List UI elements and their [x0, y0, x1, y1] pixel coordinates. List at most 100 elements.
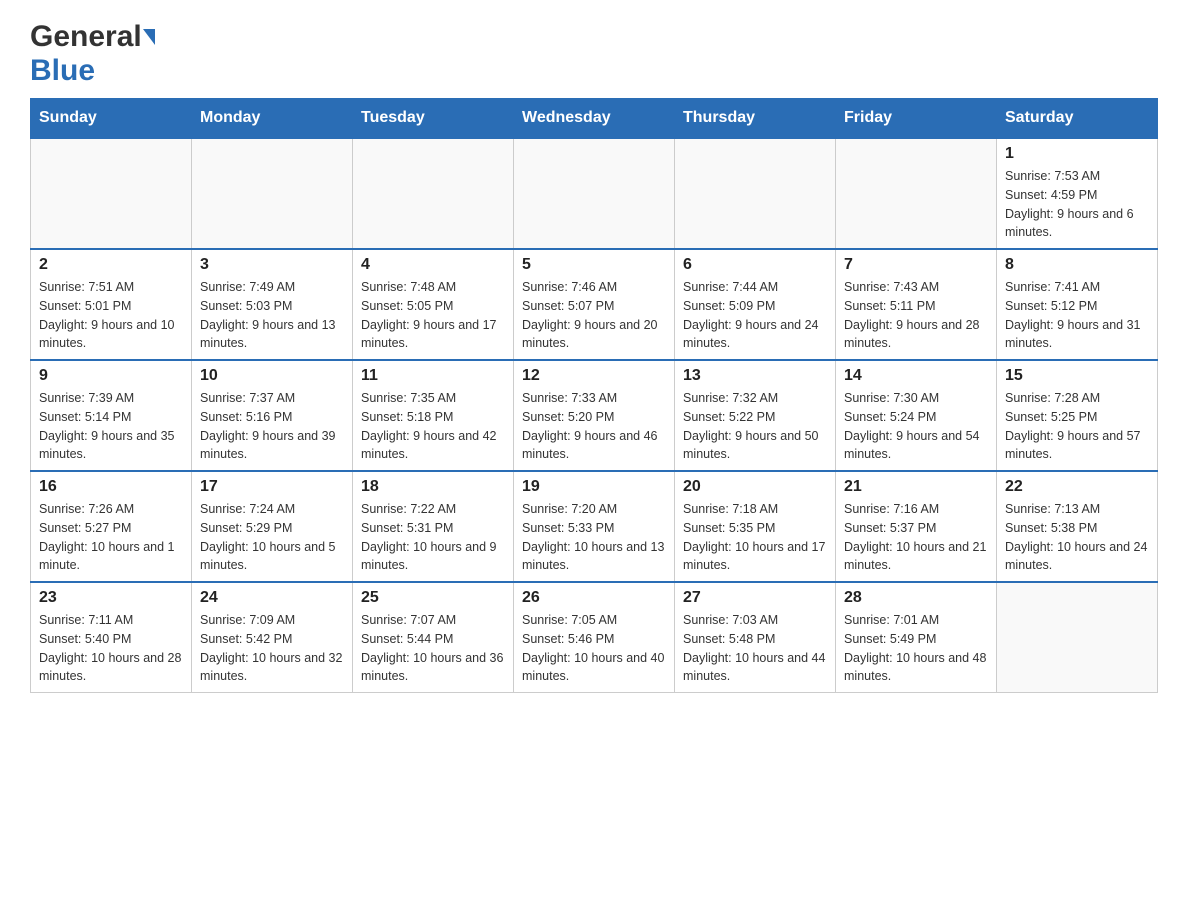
calendar-cell: 12 Sunrise: 7:33 AMSunset: 5:20 PMDayligh… — [514, 360, 675, 471]
calendar-cell: 16 Sunrise: 7:26 AMSunset: 5:27 PMDayligh… — [31, 471, 192, 582]
calendar-cell: 11 Sunrise: 7:35 AMSunset: 5:18 PMDayligh… — [353, 360, 514, 471]
weekday-header-sunday: Sunday — [31, 99, 192, 139]
day-info: Sunrise: 7:24 AMSunset: 5:29 PMDaylight:… — [200, 502, 336, 572]
calendar-cell: 21 Sunrise: 7:16 AMSunset: 5:37 PMDayligh… — [836, 471, 997, 582]
calendar-cell: 23 Sunrise: 7:11 AMSunset: 5:40 PMDayligh… — [31, 582, 192, 693]
day-info: Sunrise: 7:11 AMSunset: 5:40 PMDaylight:… — [39, 613, 181, 683]
day-number: 19 — [522, 478, 666, 496]
weekday-header-wednesday: Wednesday — [514, 99, 675, 139]
day-info: Sunrise: 7:28 AMSunset: 5:25 PMDaylight:… — [1005, 391, 1141, 461]
day-info: Sunrise: 7:26 AMSunset: 5:27 PMDaylight:… — [39, 502, 175, 572]
calendar-cell — [192, 138, 353, 249]
day-number: 2 — [39, 256, 183, 274]
calendar-cell: 20Sunrise: 7:18 AMSunset: 5:35 PMDayligh… — [675, 471, 836, 582]
day-number: 7 — [844, 256, 988, 274]
day-number: 17 — [200, 478, 344, 496]
day-info: Sunrise: 7:13 AMSunset: 5:38 PMDaylight:… — [1005, 502, 1147, 572]
calendar-cell: 27 Sunrise: 7:03 AMSunset: 5:48 PMDayligh… — [675, 582, 836, 693]
day-info: Sunrise: 7:48 AMSunset: 5:05 PMDaylight:… — [361, 280, 497, 350]
day-number: 28 — [844, 589, 988, 607]
calendar-cell — [675, 138, 836, 249]
day-info: Sunrise: 7:18 AMSunset: 5:35 PMDaylight:… — [683, 502, 825, 572]
day-number: 5 — [522, 256, 666, 274]
calendar-week-5: 23 Sunrise: 7:11 AMSunset: 5:40 PMDayligh… — [31, 582, 1158, 693]
day-info: Sunrise: 7:44 AMSunset: 5:09 PMDaylight:… — [683, 280, 819, 350]
day-info: Sunrise: 7:22 AMSunset: 5:31 PMDaylight:… — [361, 502, 497, 572]
day-number: 21 — [844, 478, 988, 496]
calendar-cell — [836, 138, 997, 249]
logo: General Blue — [30, 20, 155, 88]
calendar-cell: 5 Sunrise: 7:46 AMSunset: 5:07 PMDaylight… — [514, 249, 675, 360]
weekday-header-thursday: Thursday — [675, 99, 836, 139]
day-info: Sunrise: 7:20 AMSunset: 5:33 PMDaylight:… — [522, 502, 664, 572]
day-number: 23 — [39, 589, 183, 607]
calendar-cell — [514, 138, 675, 249]
day-info: Sunrise: 7:32 AMSunset: 5:22 PMDaylight:… — [683, 391, 819, 461]
calendar-cell: 14 Sunrise: 7:30 AMSunset: 5:24 PMDayligh… — [836, 360, 997, 471]
day-info: Sunrise: 7:37 AMSunset: 5:16 PMDaylight:… — [200, 391, 336, 461]
day-number: 3 — [200, 256, 344, 274]
calendar-cell: 10 Sunrise: 7:37 AMSunset: 5:16 PMDayligh… — [192, 360, 353, 471]
day-info: Sunrise: 7:35 AMSunset: 5:18 PMDaylight:… — [361, 391, 497, 461]
calendar-cell: 26 Sunrise: 7:05 AMSunset: 5:46 PMDayligh… — [514, 582, 675, 693]
day-info: Sunrise: 7:03 AMSunset: 5:48 PMDaylight:… — [683, 613, 825, 683]
day-info: Sunrise: 7:53 AMSunset: 4:59 PMDaylight:… — [1005, 169, 1134, 239]
logo-arrow-icon — [143, 29, 155, 45]
day-info: Sunrise: 7:05 AMSunset: 5:46 PMDaylight:… — [522, 613, 664, 683]
calendar-cell: 8Sunrise: 7:41 AMSunset: 5:12 PMDaylight… — [997, 249, 1158, 360]
day-info: Sunrise: 7:43 AMSunset: 5:11 PMDaylight:… — [844, 280, 980, 350]
weekday-header-friday: Friday — [836, 99, 997, 139]
calendar-cell: 22 Sunrise: 7:13 AMSunset: 5:38 PMDayligh… — [997, 471, 1158, 582]
weekday-header-tuesday: Tuesday — [353, 99, 514, 139]
calendar-cell: 3 Sunrise: 7:49 AMSunset: 5:03 PMDaylight… — [192, 249, 353, 360]
day-info: Sunrise: 7:46 AMSunset: 5:07 PMDaylight:… — [522, 280, 658, 350]
calendar-table: SundayMondayTuesdayWednesdayThursdayFrid… — [30, 98, 1158, 693]
day-number: 22 — [1005, 478, 1149, 496]
day-info: Sunrise: 7:01 AMSunset: 5:49 PMDaylight:… — [844, 613, 986, 683]
day-number: 1 — [1005, 145, 1149, 163]
day-info: Sunrise: 7:51 AMSunset: 5:01 PMDaylight:… — [39, 280, 175, 350]
day-number: 11 — [361, 367, 505, 385]
calendar-week-3: 9Sunrise: 7:39 AMSunset: 5:14 PMDaylight… — [31, 360, 1158, 471]
day-info: Sunrise: 7:07 AMSunset: 5:44 PMDaylight:… — [361, 613, 503, 683]
calendar-week-1: 1 Sunrise: 7:53 AMSunset: 4:59 PMDaylight… — [31, 138, 1158, 249]
calendar-cell: 15 Sunrise: 7:28 AMSunset: 5:25 PMDayligh… — [997, 360, 1158, 471]
day-info: Sunrise: 7:33 AMSunset: 5:20 PMDaylight:… — [522, 391, 658, 461]
calendar-cell — [997, 582, 1158, 693]
weekday-header-saturday: Saturday — [997, 99, 1158, 139]
day-number: 12 — [522, 367, 666, 385]
day-number: 15 — [1005, 367, 1149, 385]
day-number: 14 — [844, 367, 988, 385]
day-number: 26 — [522, 589, 666, 607]
calendar-cell: 18 Sunrise: 7:22 AMSunset: 5:31 PMDayligh… — [353, 471, 514, 582]
day-number: 25 — [361, 589, 505, 607]
day-number: 10 — [200, 367, 344, 385]
day-number: 8 — [1005, 256, 1149, 274]
day-number: 4 — [361, 256, 505, 274]
day-info: Sunrise: 7:49 AMSunset: 5:03 PMDaylight:… — [200, 280, 336, 350]
calendar-cell: 19 Sunrise: 7:20 AMSunset: 5:33 PMDayligh… — [514, 471, 675, 582]
weekday-header-monday: Monday — [192, 99, 353, 139]
logo-general-text: General — [30, 20, 142, 54]
day-number: 16 — [39, 478, 183, 496]
day-info: Sunrise: 7:39 AMSunset: 5:14 PMDaylight:… — [39, 391, 175, 461]
calendar-header-row: SundayMondayTuesdayWednesdayThursdayFrid… — [31, 99, 1158, 139]
calendar-cell: 1 Sunrise: 7:53 AMSunset: 4:59 PMDaylight… — [997, 138, 1158, 249]
calendar-cell: 6Sunrise: 7:44 AMSunset: 5:09 PMDaylight… — [675, 249, 836, 360]
day-info: Sunrise: 7:16 AMSunset: 5:37 PMDaylight:… — [844, 502, 986, 572]
calendar-week-4: 16 Sunrise: 7:26 AMSunset: 5:27 PMDayligh… — [31, 471, 1158, 582]
calendar-cell: 17 Sunrise: 7:24 AMSunset: 5:29 PMDayligh… — [192, 471, 353, 582]
calendar-cell: 9Sunrise: 7:39 AMSunset: 5:14 PMDaylight… — [31, 360, 192, 471]
day-number: 18 — [361, 478, 505, 496]
calendar-cell — [353, 138, 514, 249]
day-number: 27 — [683, 589, 827, 607]
calendar-cell: 25 Sunrise: 7:07 AMSunset: 5:44 PMDayligh… — [353, 582, 514, 693]
calendar-cell: 28 Sunrise: 7:01 AMSunset: 5:49 PMDayligh… — [836, 582, 997, 693]
logo-blue-text: Blue — [30, 54, 95, 87]
calendar-cell — [31, 138, 192, 249]
calendar-cell: 4 Sunrise: 7:48 AMSunset: 5:05 PMDaylight… — [353, 249, 514, 360]
day-number: 13 — [683, 367, 827, 385]
day-info: Sunrise: 7:30 AMSunset: 5:24 PMDaylight:… — [844, 391, 980, 461]
calendar-cell: 7 Sunrise: 7:43 AMSunset: 5:11 PMDaylight… — [836, 249, 997, 360]
calendar-cell: 13 Sunrise: 7:32 AMSunset: 5:22 PMDayligh… — [675, 360, 836, 471]
